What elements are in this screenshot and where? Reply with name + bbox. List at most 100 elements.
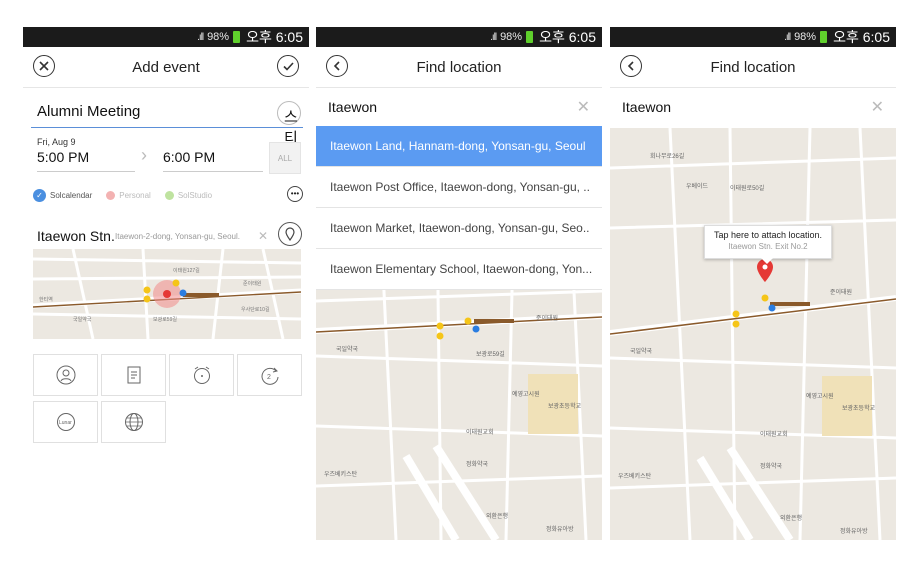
- start-time[interactable]: 5:00 PM: [37, 149, 135, 172]
- map-view[interactable]: 회나무로26길 우베이드 이태원로50길 준이태원 국일약국 예영고시원 보광초…: [610, 128, 896, 540]
- calendar-option-solcalendar[interactable]: ✓ Solcalendar: [33, 188, 92, 202]
- person-icon: [56, 365, 75, 385]
- lunar-button[interactable]: Lunar: [33, 401, 98, 443]
- repeat-icon: 2: [261, 367, 278, 385]
- find-location-map-screen: .ıll 98% 오후 6:05 Find location Itaewon ✕…: [610, 27, 896, 540]
- svg-text:우즈베키스탄: 우즈베키스탄: [618, 472, 652, 480]
- app-bar: Add event: [23, 47, 309, 88]
- event-title-field[interactable]: Alumni Meeting 스티커: [31, 99, 303, 168]
- invitees-button[interactable]: [33, 354, 98, 396]
- svg-text:보광로59길: 보광로59길: [153, 316, 177, 323]
- clear-search-icon[interactable]: ✕: [577, 97, 590, 117]
- calendar-option-solstudio[interactable]: SolStudio: [164, 190, 212, 200]
- svg-text:보광초등학교: 보광초등학교: [842, 404, 876, 412]
- add-event-screen: .ıll 98% 오후 6:05 Add event Alumni Meetin…: [23, 27, 309, 540]
- signal-icon: .ıll: [784, 31, 791, 43]
- location-name: Itaewon Stn.: [37, 228, 115, 244]
- lunar-icon: Lunar: [56, 413, 75, 431]
- svg-text:정화약국: 정화약국: [760, 462, 783, 470]
- attach-location-tooltip[interactable]: Tap here to attach location. Itaewon Stn…: [704, 225, 832, 264]
- app-bar: Find location: [610, 47, 896, 88]
- battery-percent: 98%: [794, 31, 817, 43]
- status-bar: .ıll 98% 오후 6:05: [316, 27, 602, 47]
- back-button[interactable]: [620, 55, 642, 77]
- status-bar: .ıll 98% 오후 6:05: [610, 27, 896, 47]
- svg-text:보광로59길: 보광로59길: [476, 350, 505, 358]
- svg-text:예영고시원: 예영고시원: [806, 392, 834, 400]
- all-day-toggle[interactable]: ALL: [269, 142, 301, 174]
- svg-text:준이태원: 준이태원: [830, 288, 852, 296]
- svg-text:한티역: 한티역: [39, 296, 53, 303]
- alarm-clock-icon: [193, 366, 210, 384]
- location-map-preview[interactable]: 이태원127길 준이태원 한티역 국일약국 보광로59길 우사단로10길: [33, 249, 301, 339]
- battery-icon: [233, 31, 241, 43]
- calendar-option-personal[interactable]: Personal: [106, 190, 151, 200]
- find-location-screen: .ıll 98% 오후 6:05 Find location Itaewon ✕…: [316, 27, 602, 540]
- battery-percent: 98%: [500, 31, 523, 43]
- result-item[interactable]: Itaewon Post Office, Itaewon-dong, Yonsa…: [316, 167, 602, 208]
- event-date[interactable]: Fri, Aug 9: [37, 137, 76, 147]
- svg-text:정화유아방: 정화유아방: [546, 525, 574, 533]
- svg-text:이태원127길: 이태원127길: [173, 267, 200, 274]
- search-input[interactable]: Itaewon: [622, 99, 671, 115]
- chevron-right-icon: ›: [141, 145, 147, 165]
- signal-icon: .ıll: [490, 31, 497, 43]
- tooltip-subtitle: Itaewon Stn. Exit No.2: [728, 242, 808, 251]
- svg-text:정화약국: 정화약국: [466, 460, 489, 468]
- svg-text:정화유아방: 정화유아방: [840, 527, 868, 535]
- timezone-button[interactable]: [101, 401, 166, 443]
- map-image: 회나무로26길 우베이드 이태원로50길 준이태원 국일약국 예영고시원 보광초…: [610, 128, 896, 540]
- svg-text:준이태원: 준이태원: [536, 314, 558, 322]
- svg-text:이태원교회: 이태원교회: [760, 430, 788, 438]
- calendar-selector: ✓ Solcalendar Personal SolStudio: [33, 188, 303, 202]
- end-time[interactable]: 6:00 PM: [163, 149, 263, 172]
- color-dot-icon: [106, 190, 116, 200]
- clear-location-icon[interactable]: ✕: [258, 229, 268, 243]
- result-item[interactable]: Itaewon Market, Itaewon-dong, Yonsan-gu,…: [316, 208, 602, 249]
- clock: 오후 6:05: [246, 29, 303, 45]
- check-icon: ✓: [33, 188, 46, 202]
- map-image: 이태원127길 준이태원 한티역 국일약국 보광로59길 우사단로10길: [33, 249, 301, 339]
- chevron-left-icon: [333, 61, 340, 71]
- svg-text:예영고시원: 예영고시원: [512, 390, 540, 398]
- result-item[interactable]: Itaewon Elementary School, Itaewon-dong,…: [316, 249, 602, 290]
- location-pin-button[interactable]: [278, 222, 302, 246]
- svg-text:보광초등학교: 보광초등학교: [548, 402, 582, 410]
- battery-icon: [820, 31, 828, 43]
- event-title-value: Alumni Meeting: [37, 103, 141, 120]
- clock: 오후 6:05: [833, 29, 890, 45]
- note-icon: [127, 366, 140, 384]
- close-button[interactable]: [33, 55, 55, 77]
- location-field[interactable]: Itaewon Stn. Itaewon-2-dong, Yonsan-gu, …: [37, 222, 303, 248]
- alarm-button[interactable]: [169, 354, 234, 396]
- color-dot-icon: [164, 190, 174, 200]
- svg-text:이태원교회: 이태원교회: [466, 428, 494, 436]
- svg-text:우사단로10길: 우사단로10길: [241, 306, 270, 313]
- memo-button[interactable]: [101, 354, 166, 396]
- clock: 오후 6:05: [539, 29, 596, 45]
- back-button[interactable]: [326, 55, 348, 77]
- svg-text:우베이드: 우베이드: [686, 182, 709, 190]
- more-icon[interactable]: •••: [287, 186, 303, 202]
- close-icon: [39, 61, 49, 71]
- search-input[interactable]: Itaewon: [328, 99, 377, 115]
- svg-text:국일약국: 국일약국: [336, 345, 359, 353]
- svg-text:준이태원: 준이태원: [243, 280, 262, 287]
- clear-search-icon[interactable]: ✕: [871, 97, 884, 117]
- repeat-button[interactable]: 2: [237, 354, 302, 396]
- svg-text:우즈베키스탄: 우즈베키스탄: [324, 470, 358, 478]
- confirm-button[interactable]: [277, 55, 299, 77]
- signal-icon: .ıll: [197, 31, 204, 43]
- svg-text:회나무로26길: 회나무로26길: [650, 152, 684, 160]
- svg-text:외환은행: 외환은행: [486, 512, 508, 520]
- chevron-left-icon: [627, 61, 634, 71]
- search-field[interactable]: Itaewon ✕: [610, 88, 896, 129]
- sticker-button[interactable]: 스티커: [277, 101, 301, 168]
- svg-text:국일약국: 국일약국: [73, 316, 92, 323]
- search-results-list: Itaewon Land, Hannam-dong, Yonsan-gu, Se…: [316, 126, 602, 290]
- search-field[interactable]: Itaewon ✕: [316, 88, 602, 129]
- svg-text:외환은행: 외환은행: [780, 514, 802, 522]
- globe-icon: [124, 413, 143, 431]
- result-item[interactable]: Itaewon Land, Hannam-dong, Yonsan-gu, Se…: [316, 126, 602, 167]
- tooltip-title: Tap here to attach location.: [713, 230, 823, 240]
